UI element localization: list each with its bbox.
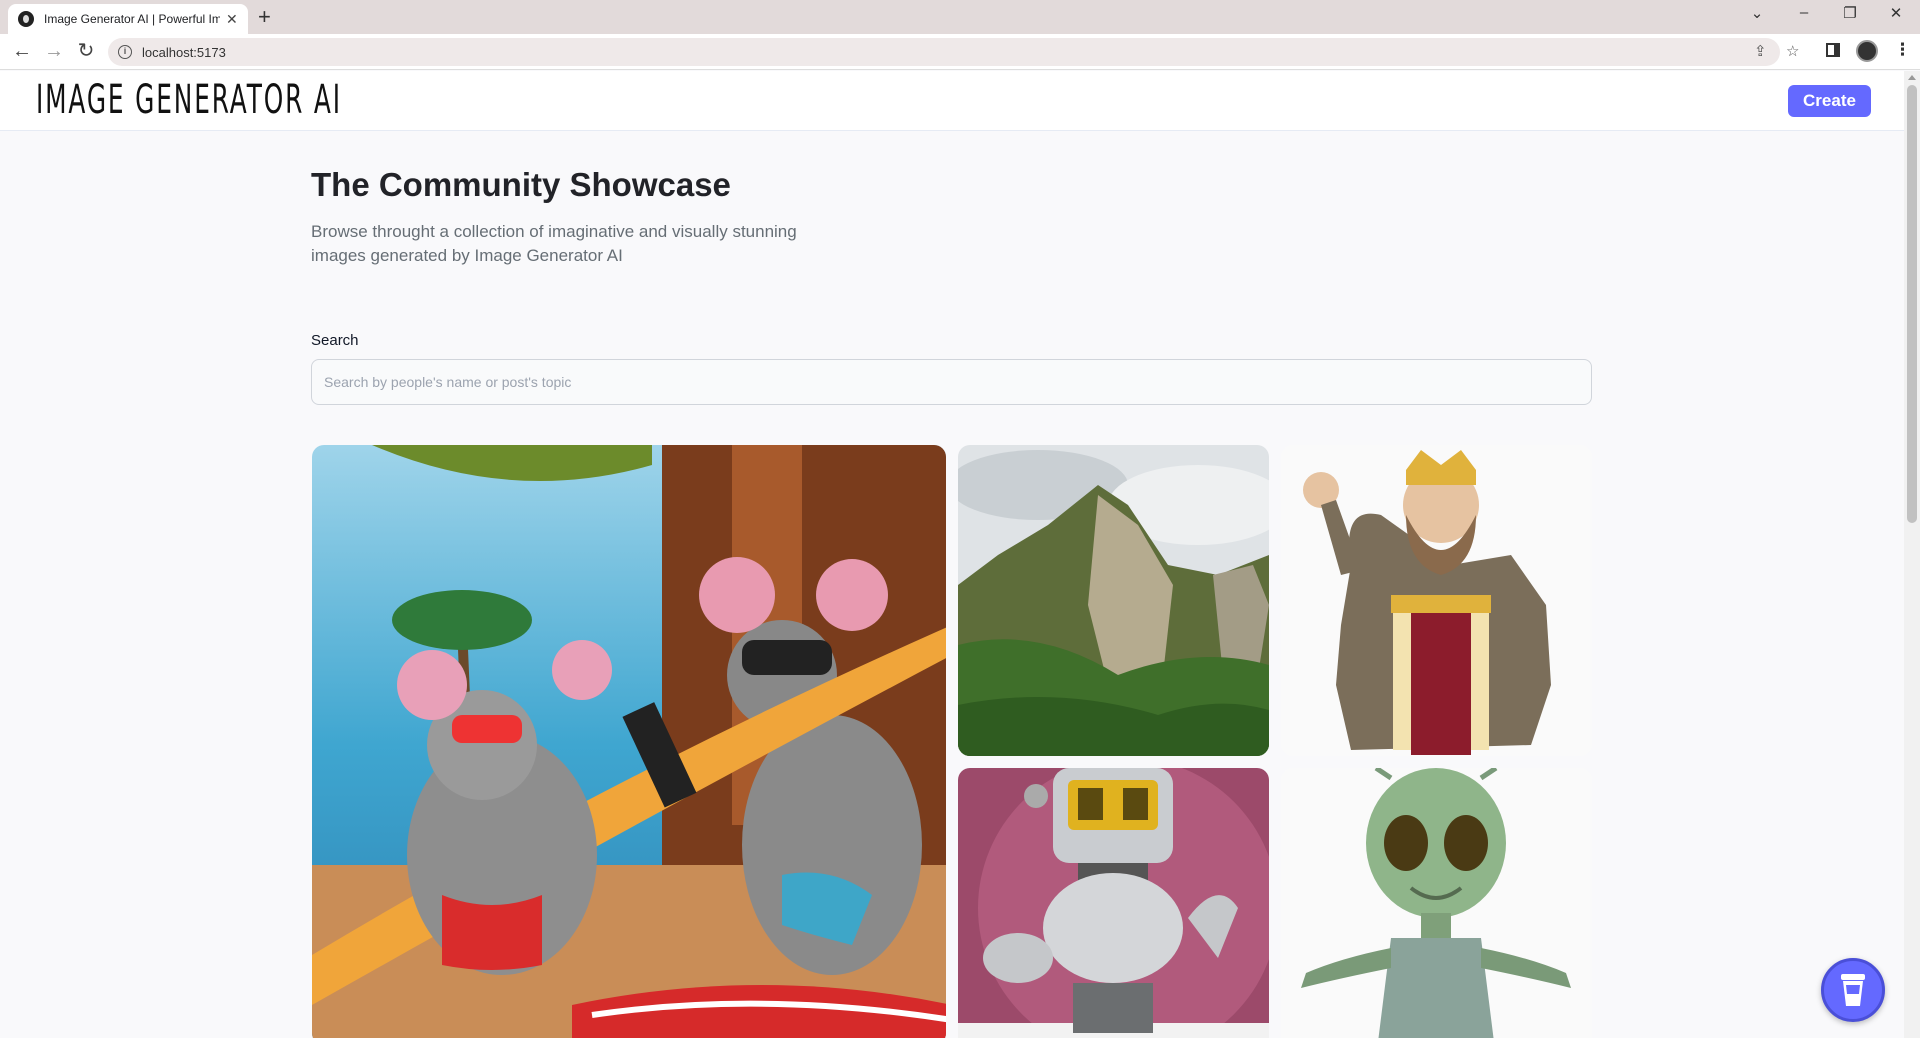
minimize-button[interactable]: –	[1792, 4, 1816, 21]
site-info-icon[interactable]: i	[118, 45, 132, 59]
share-icon[interactable]: ⇪	[1754, 42, 1767, 60]
back-button[interactable]: ←	[10, 40, 34, 62]
logo[interactable]: IMAGE GENERATOR AI	[36, 77, 342, 123]
scrollbar-thumb[interactable]	[1907, 85, 1917, 523]
browser-toolbar: ← → ↻ i localhost:5173 ⇪ ☆ ⋮	[0, 34, 1920, 70]
browser-tab[interactable]: Image Generator AI | Powerful Im ✕	[8, 4, 248, 34]
browser-tabstrip: Image Generator AI | Powerful Im ✕ + ⌄ –…	[0, 0, 1920, 34]
green-alien-image	[1281, 768, 1592, 1038]
url-text: localhost:5173	[142, 44, 226, 60]
buy-me-coffee-button[interactable]	[1821, 958, 1885, 1022]
create-button[interactable]: Create	[1788, 85, 1871, 117]
page-title: The Community Showcase	[311, 166, 731, 203]
rocky-mountain-image	[958, 445, 1269, 756]
new-tab-button[interactable]: +	[258, 5, 271, 29]
gallery-card-alien[interactable]	[1281, 768, 1592, 1038]
restore-button[interactable]: ❐	[1838, 4, 1862, 22]
tab-close-icon[interactable]: ✕	[226, 11, 238, 28]
gallery-card-king[interactable]	[1281, 445, 1592, 756]
address-bar[interactable]: i localhost:5173	[108, 38, 1780, 66]
scroll-up-icon[interactable]	[1908, 75, 1916, 80]
menu-icon[interactable]: ⋮	[1894, 40, 1911, 60]
tab-search-icon[interactable]: ⌄	[1745, 4, 1769, 22]
tab-title: Image Generator AI | Powerful Im	[44, 12, 220, 26]
gallery-card-mice-surfboard[interactable]	[312, 445, 946, 1038]
favicon-icon	[18, 11, 34, 27]
robot-character-image	[958, 768, 1269, 1038]
star-icon[interactable]: ☆	[1786, 42, 1799, 60]
search-input[interactable]	[311, 359, 1592, 405]
cartoon-king-image	[1281, 445, 1592, 756]
gallery-card-mountain[interactable]	[958, 445, 1269, 756]
cup-icon	[1841, 974, 1865, 1006]
scrollbar[interactable]	[1904, 71, 1920, 1038]
reload-button[interactable]: ↻	[74, 40, 98, 62]
forward-button[interactable]: →	[42, 40, 66, 62]
side-panel-icon[interactable]	[1826, 42, 1840, 62]
profile-avatar[interactable]	[1856, 40, 1878, 62]
gallery-card-robot[interactable]	[958, 768, 1269, 1038]
app-header: IMAGE GENERATOR AI Create	[0, 71, 1904, 131]
search-label: Search	[311, 332, 359, 349]
close-window-button[interactable]: ✕	[1884, 4, 1908, 22]
mice-surfboard-image	[312, 445, 946, 1038]
page-subtitle: Browse throught a collection of imaginat…	[311, 222, 797, 265]
